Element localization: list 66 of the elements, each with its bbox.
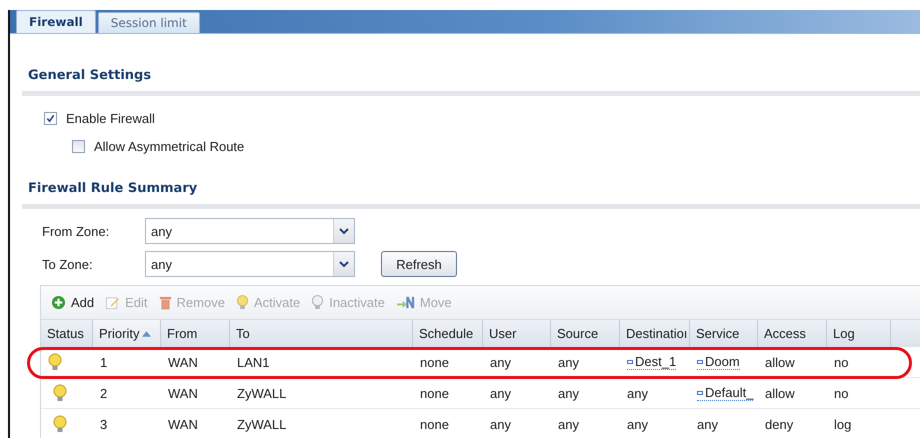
table-cell: allow (765, 354, 795, 370)
lightbulb-icon (311, 294, 324, 311)
table-cell: log (834, 416, 852, 432)
table-cell: deny (765, 416, 794, 432)
section-heading: Firewall Rule Summary (28, 181, 198, 196)
table-cell: any (490, 354, 511, 370)
object-icon (697, 358, 703, 364)
table-cell: ZyWALL (237, 416, 286, 432)
zone-dropdown[interactable]: any (145, 218, 355, 244)
table-cell: none (420, 354, 449, 370)
table-cell: 1 (100, 354, 108, 370)
refresh-button[interactable]: Refresh (381, 251, 457, 277)
table-cell: LAN1 (237, 354, 270, 370)
zone-dropdown[interactable]: any (145, 251, 355, 277)
table-cell: 3 (100, 416, 108, 432)
object-link[interactable]: Default_ (697, 385, 754, 401)
plus-circle-icon (51, 295, 66, 310)
trash-icon (158, 295, 172, 310)
sort-ascending-icon (142, 331, 151, 337)
filter-label: To Zone: (42, 256, 94, 272)
object-link[interactable]: Dest_1 (627, 354, 676, 370)
section-heading: General Settings (28, 68, 152, 83)
column-header[interactable]: From (161, 320, 230, 347)
checkbox-label: Allow Asymmetrical Route (94, 139, 244, 154)
checkbox[interactable] (72, 140, 85, 153)
table-cell: allow (765, 386, 795, 400)
chevron-down-icon (339, 228, 349, 234)
column-header[interactable]: To (230, 320, 413, 347)
column-header[interactable]: Destinatioı (620, 320, 690, 347)
object-icon (697, 390, 703, 396)
toolbar-button[interactable]: Add (51, 295, 94, 310)
table-cell: any (558, 386, 579, 400)
table-cell: none (420, 386, 449, 400)
chevron-down-icon (339, 260, 349, 268)
table-cell: 2 (100, 386, 108, 400)
move-arrow-icon (396, 295, 415, 310)
filter-label: From Zone: (42, 224, 110, 238)
table-cell: WAN (168, 386, 198, 400)
column-header[interactable]: Service (690, 320, 758, 347)
object-icon (627, 358, 633, 364)
table-cell: WAN (168, 416, 198, 432)
column-header[interactable]: Priority (93, 320, 161, 347)
lightbulb-icon (236, 294, 249, 311)
column-header[interactable]: Source (551, 320, 620, 347)
column-header[interactable]: Schedule (413, 320, 483, 347)
table-cell: any (697, 416, 718, 432)
table-cell: none (420, 416, 449, 432)
table-cell: any (558, 416, 579, 432)
table-cell: any (627, 386, 648, 400)
column-header[interactable]: Log (827, 320, 891, 347)
object-link[interactable]: Doom (697, 354, 740, 370)
table-cell: ZyWALL (237, 386, 286, 400)
table-cell: no (834, 386, 848, 400)
pencil-note-icon (105, 295, 120, 310)
table-cell: any (490, 386, 511, 400)
checkbox-label: Enable Firewall (66, 111, 155, 126)
checkbox[interactable] (44, 112, 57, 125)
table-cell: any (627, 416, 648, 432)
column-header[interactable]: Access (758, 320, 827, 347)
table-cell: any (490, 416, 511, 432)
column-header[interactable]: User (483, 320, 551, 347)
table-cell: WAN (168, 354, 198, 370)
table-cell: no (834, 354, 848, 370)
tab[interactable]: Firewall (16, 10, 96, 33)
table-cell: any (558, 354, 579, 370)
tab[interactable]: Session limit (98, 12, 200, 33)
